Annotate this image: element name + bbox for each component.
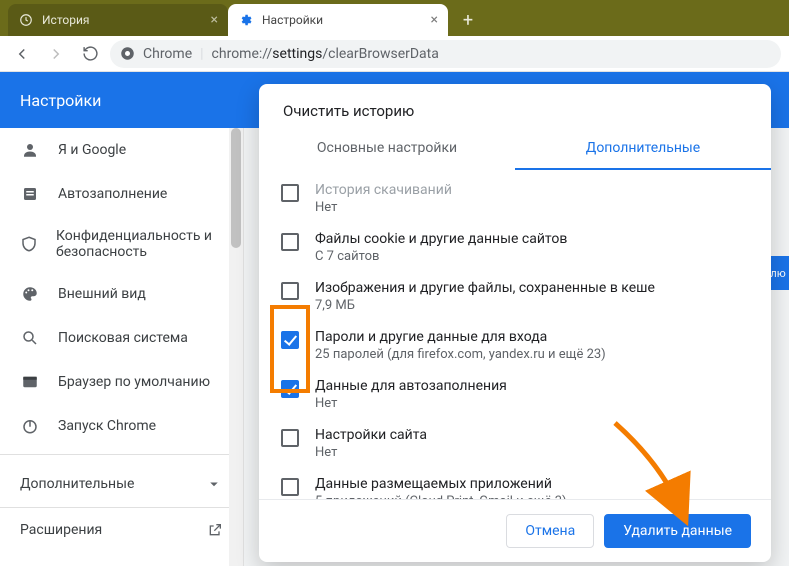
sidebar-item-startup[interactable]: Запуск Chrome	[0, 404, 243, 448]
browser-tabstrip: История × Настройки × +	[0, 0, 789, 36]
sidebar-item-autofill[interactable]: Автозаполнение	[0, 172, 243, 216]
sidebar-item-label: Я и Google	[58, 142, 126, 158]
person-icon	[20, 140, 40, 160]
checkbox[interactable]	[281, 282, 299, 300]
chrome-icon	[120, 46, 135, 61]
checkbox[interactable]	[281, 184, 299, 202]
sidebar-item-privacy[interactable]: Конфиденциальность и безопасность	[0, 216, 243, 272]
sidebar-item-appearance[interactable]: Внешний вид	[0, 272, 243, 316]
omnibox[interactable]: Chrome | chrome://settings/clearBrowserD…	[110, 40, 781, 68]
option-hosted-apps[interactable]: Данные размещаемых приложений5 приложени…	[277, 468, 753, 499]
dialog-actions: Отмена Удалить данные	[259, 499, 771, 562]
option-passwords[interactable]: Пароли и другие данные для входа25 парол…	[277, 321, 753, 370]
search-icon	[20, 328, 40, 348]
checkbox[interactable]	[281, 380, 299, 398]
close-icon[interactable]: ×	[431, 12, 438, 28]
history-icon	[18, 12, 34, 28]
tab-settings[interactable]: Настройки ×	[228, 4, 448, 36]
option-download-history[interactable]: История скачиванийНет	[277, 174, 753, 223]
sidebar-scrollbar[interactable]	[229, 128, 243, 566]
sidebar-extensions-label: Расширения	[20, 522, 102, 538]
option-site-settings[interactable]: Настройки сайтаНет	[277, 419, 753, 468]
shield-icon	[20, 234, 38, 254]
dialog-title: Очистить историю	[259, 84, 771, 130]
tab-basic[interactable]: Основные настройки	[259, 130, 515, 170]
sidebar-item-label: Конфиденциальность и безопасность	[56, 228, 223, 260]
forward-button[interactable]	[42, 40, 70, 68]
chevron-down-icon	[205, 475, 223, 493]
url-scheme-label: Chrome	[143, 46, 192, 62]
sidebar-item-me-and-google[interactable]: Я и Google	[0, 128, 243, 172]
dialog-tabs: Основные настройки Дополнительные	[259, 130, 771, 170]
clear-data-button[interactable]: Удалить данные	[604, 514, 751, 548]
option-cache[interactable]: Изображения и другие файлы, сохраненные …	[277, 272, 753, 321]
browser-icon	[20, 372, 40, 392]
browser-toolbar: Chrome | chrome://settings/clearBrowserD…	[0, 36, 789, 72]
dialog-body: История скачиванийНет Файлы cookie и дру…	[259, 170, 771, 499]
reload-button[interactable]	[76, 40, 104, 68]
checkbox[interactable]	[281, 331, 299, 349]
sidebar-item-label: Внешний вид	[58, 286, 146, 302]
tab-advanced[interactable]: Дополнительные	[515, 130, 771, 170]
tab-label: Настройки	[262, 13, 323, 27]
sidebar-more-label: Дополнительные	[20, 476, 134, 492]
sidebar-item-label: Браузер по умолчанию	[58, 374, 210, 390]
palette-icon	[20, 284, 40, 304]
back-button[interactable]	[8, 40, 36, 68]
option-autofill-data[interactable]: Данные для автозаполненияНет	[277, 370, 753, 419]
gear-icon	[238, 12, 254, 28]
cancel-button[interactable]: Отмена	[506, 514, 594, 548]
sidebar-item-label: Запуск Chrome	[58, 418, 156, 434]
url-text: chrome://settings/clearBrowserData	[212, 46, 439, 62]
sidebar-item-search[interactable]: Поисковая система	[0, 316, 243, 360]
new-tab-button[interactable]: +	[454, 6, 482, 34]
external-link-icon	[207, 522, 223, 538]
checkbox[interactable]	[281, 233, 299, 251]
tab-history[interactable]: История ×	[8, 4, 228, 36]
checkbox[interactable]	[281, 429, 299, 447]
checkbox[interactable]	[281, 478, 299, 496]
page-title: Настройки	[20, 91, 101, 110]
sidebar-item-label: Поисковая система	[58, 330, 188, 346]
tab-label: История	[42, 13, 89, 27]
settings-sidebar: Я и Google Автозаполнение Конфиденциальн…	[0, 128, 244, 566]
autofill-icon	[20, 184, 40, 204]
sidebar-item-label: Автозаполнение	[58, 186, 167, 202]
clear-data-dialog: Очистить историю Основные настройки Допо…	[259, 84, 771, 562]
sidebar-extensions[interactable]: Расширения	[0, 507, 243, 552]
sidebar-item-default-browser[interactable]: Браузер по умолчанию	[0, 360, 243, 404]
option-cookies[interactable]: Файлы cookie и другие данные сайтовС 7 с…	[277, 223, 753, 272]
close-icon[interactable]: ×	[211, 12, 218, 28]
power-icon	[20, 416, 40, 436]
sidebar-more[interactable]: Дополнительные	[0, 461, 243, 507]
